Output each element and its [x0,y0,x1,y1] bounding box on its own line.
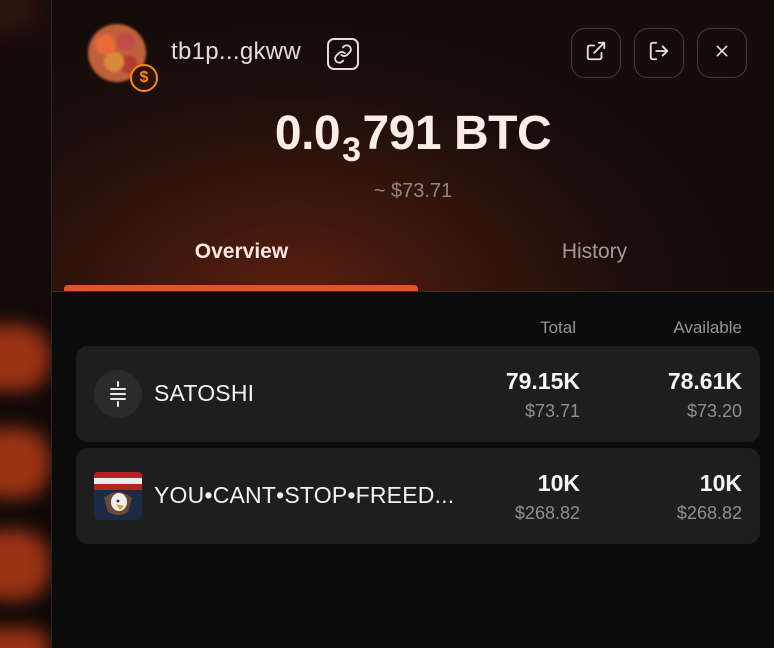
background-blob [0,628,50,648]
wallet-address[interactable]: tb1p...gkww [171,38,301,66]
balance-unit: BTC [453,107,552,160]
asset-total: 10K [537,470,580,496]
asset-available: 10K [699,470,742,496]
asset-available-fiat: $268.82 [676,503,742,523]
tab-overview[interactable]: Overview [64,240,419,264]
asset-total: 79.15K [505,368,580,394]
rune-token-image [94,472,142,520]
tab-history[interactable]: History [417,240,772,264]
column-header-total: Total [540,318,576,337]
logout-button[interactable] [634,28,684,78]
tab-divider [52,291,774,292]
external-link-icon [585,40,607,67]
logout-icon [648,40,670,67]
balance-main: 0.0 [274,107,341,160]
satoshi-token-icon [94,370,142,418]
background-blob [0,325,50,391]
background-blob [0,0,38,30]
asset-row[interactable]: SATOSHI 79.15K $73.71 78.61K $73.20 [76,346,760,442]
close-button[interactable] [697,28,747,78]
wallet-panel: $ tb1p...gkww 0.03791 BTC ~ $73.71 Overv… [52,0,774,648]
asset-name: YOU•CANT•STOP•FREED... [154,482,455,508]
external-link-button[interactable] [571,28,621,78]
column-header-available: Available [673,318,742,337]
fiat-balance: ~ $73.71 [373,180,453,202]
asset-total-fiat: $73.71 [524,401,580,421]
asset-row[interactable]: YOU•CANT•STOP•FREED... 10K $268.82 10K $… [76,448,760,544]
network-badge-icon: $ [130,64,158,92]
asset-available-fiat: $73.20 [686,401,742,421]
background-blob [0,428,50,498]
link-icon[interactable] [327,38,359,70]
btc-balance: 0.03791 BTC [52,106,774,169]
asset-name: SATOSHI [154,380,255,406]
asset-available: 78.61K [667,368,742,394]
background-blur-strip [0,0,52,648]
background-blob [0,530,50,600]
close-icon [714,43,730,64]
balance-digits: 791 [362,107,442,160]
balance-zero-count: 3 [342,131,361,169]
asset-total-fiat: $268.82 [514,503,580,523]
